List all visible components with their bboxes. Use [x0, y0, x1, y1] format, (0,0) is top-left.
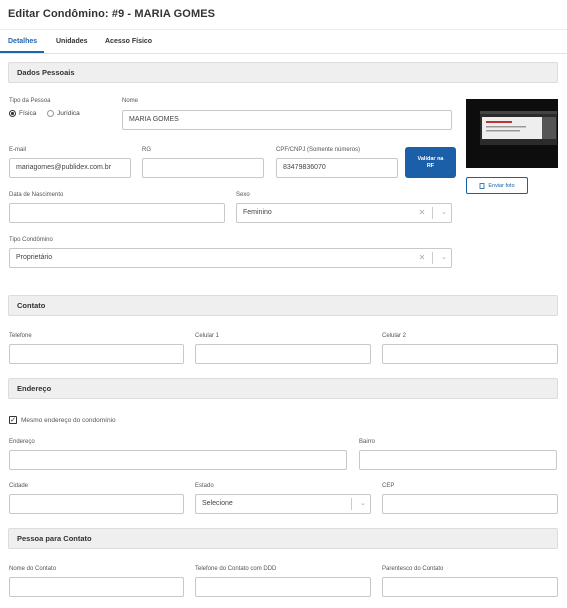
enviar-foto-label: Enviar foto: [488, 182, 515, 189]
rg-label: RG: [142, 147, 151, 153]
upload-icon: [479, 182, 485, 189]
cep-label: CEP: [382, 483, 395, 489]
tab-acesso-fisico[interactable]: Acesso Físico: [105, 38, 152, 45]
active-tab-indicator: [0, 51, 44, 53]
email-label: E-mail: [9, 147, 27, 153]
sexo-value: Feminino: [243, 209, 272, 216]
section-contato: Contato: [8, 295, 558, 316]
nascimento-input[interactable]: [9, 203, 225, 223]
celular2-input[interactable]: [382, 344, 558, 364]
validar-rf-button[interactable]: Validar na RF: [405, 147, 456, 178]
nome-contato-label: Nome do Contato: [9, 566, 57, 572]
photo-preview-icon: [466, 99, 558, 168]
telefone-contato-label: Telefone do Contato com DDD: [195, 566, 277, 572]
telefone-contato-input[interactable]: [195, 577, 371, 597]
bairro-label: Bairro: [359, 439, 376, 445]
chevron-down-icon[interactable]: ⌄: [437, 249, 451, 267]
chevron-down-icon[interactable]: ⌄: [356, 495, 370, 513]
estado-label: Estado: [195, 483, 214, 489]
select-separator: [432, 207, 433, 219]
select-separator: [351, 498, 352, 510]
cidade-label: Cidade: [9, 483, 29, 489]
mesmo-endereco-label: Mesmo endereço do condomínio: [21, 416, 116, 424]
parentesco-input[interactable]: [382, 577, 558, 597]
nome-label: Nome: [122, 98, 139, 104]
clear-icon[interactable]: ✕: [416, 204, 428, 222]
cpf-input[interactable]: 83479836070: [276, 158, 398, 178]
radio-fisica-icon[interactable]: [9, 110, 16, 117]
header-divider: [0, 29, 567, 30]
endereco-label: Endereço: [9, 439, 35, 445]
mesmo-endereco-checkbox[interactable]: ✓ Mesmo endereço do condomínio: [9, 416, 116, 424]
select-separator: [432, 252, 433, 264]
email-input[interactable]: mariagomes@publidex.com.br: [9, 158, 131, 178]
telefone-input[interactable]: [9, 344, 184, 364]
tab-detalhes[interactable]: Detalhes: [8, 38, 37, 45]
tipo-pessoa-label: Tipo da Pessoa: [9, 98, 51, 104]
tipo-condomino-select[interactable]: Proprietário ✕ ⌄: [9, 248, 452, 268]
tipo-condomino-value: Proprietário: [16, 254, 53, 261]
telefone-label: Telefone: [9, 333, 32, 339]
nome-contato-input[interactable]: [9, 577, 184, 597]
chevron-down-icon[interactable]: ⌄: [437, 204, 451, 222]
clear-icon[interactable]: ✕: [416, 249, 428, 267]
nome-input[interactable]: MARIA GOMES: [122, 110, 452, 130]
section-endereco: Endereço: [8, 378, 558, 399]
estado-value: Selecione: [202, 500, 233, 507]
tab-unidades[interactable]: Unidades: [56, 38, 88, 45]
radio-fisica-label: Física: [19, 110, 37, 117]
tabs-divider: [0, 53, 567, 54]
radio-juridica-label: Jurídica: [57, 110, 80, 117]
celular1-input[interactable]: [195, 344, 371, 364]
parentesco-label: Parentesco do Contato: [382, 566, 444, 572]
page-title: Editar Condômino: #9 - MARIA GOMES: [8, 8, 216, 20]
enviar-foto-button[interactable]: Enviar foto: [466, 177, 528, 194]
section-pessoa-contato: Pessoa para Contato: [8, 528, 558, 549]
section-dados-pessoais: Dados Pessoais: [8, 62, 558, 83]
tipo-condomino-label: Tipo Condômino: [9, 237, 53, 243]
cidade-input[interactable]: [9, 494, 184, 514]
celular2-label: Celular 2: [382, 333, 407, 339]
profile-photo: [466, 99, 558, 168]
nascimento-label: Data de Nascimento: [9, 192, 64, 198]
estado-select[interactable]: Selecione ⌄: [195, 494, 371, 514]
sexo-label: Sexo: [236, 192, 250, 198]
rg-input[interactable]: [142, 158, 264, 178]
sexo-select[interactable]: Feminino ✕ ⌄: [236, 203, 452, 223]
cpf-label: CPF/CNPJ (Somente números): [276, 147, 361, 153]
radio-juridica[interactable]: Jurídica: [47, 110, 80, 117]
celular1-label: Celular 1: [195, 333, 220, 339]
radio-juridica-icon[interactable]: [47, 110, 54, 117]
endereco-input[interactable]: [9, 450, 347, 470]
bairro-input[interactable]: [359, 450, 557, 470]
cep-input[interactable]: [382, 494, 558, 514]
radio-fisica[interactable]: Física: [9, 110, 36, 117]
checkmark-icon[interactable]: ✓: [9, 416, 17, 424]
